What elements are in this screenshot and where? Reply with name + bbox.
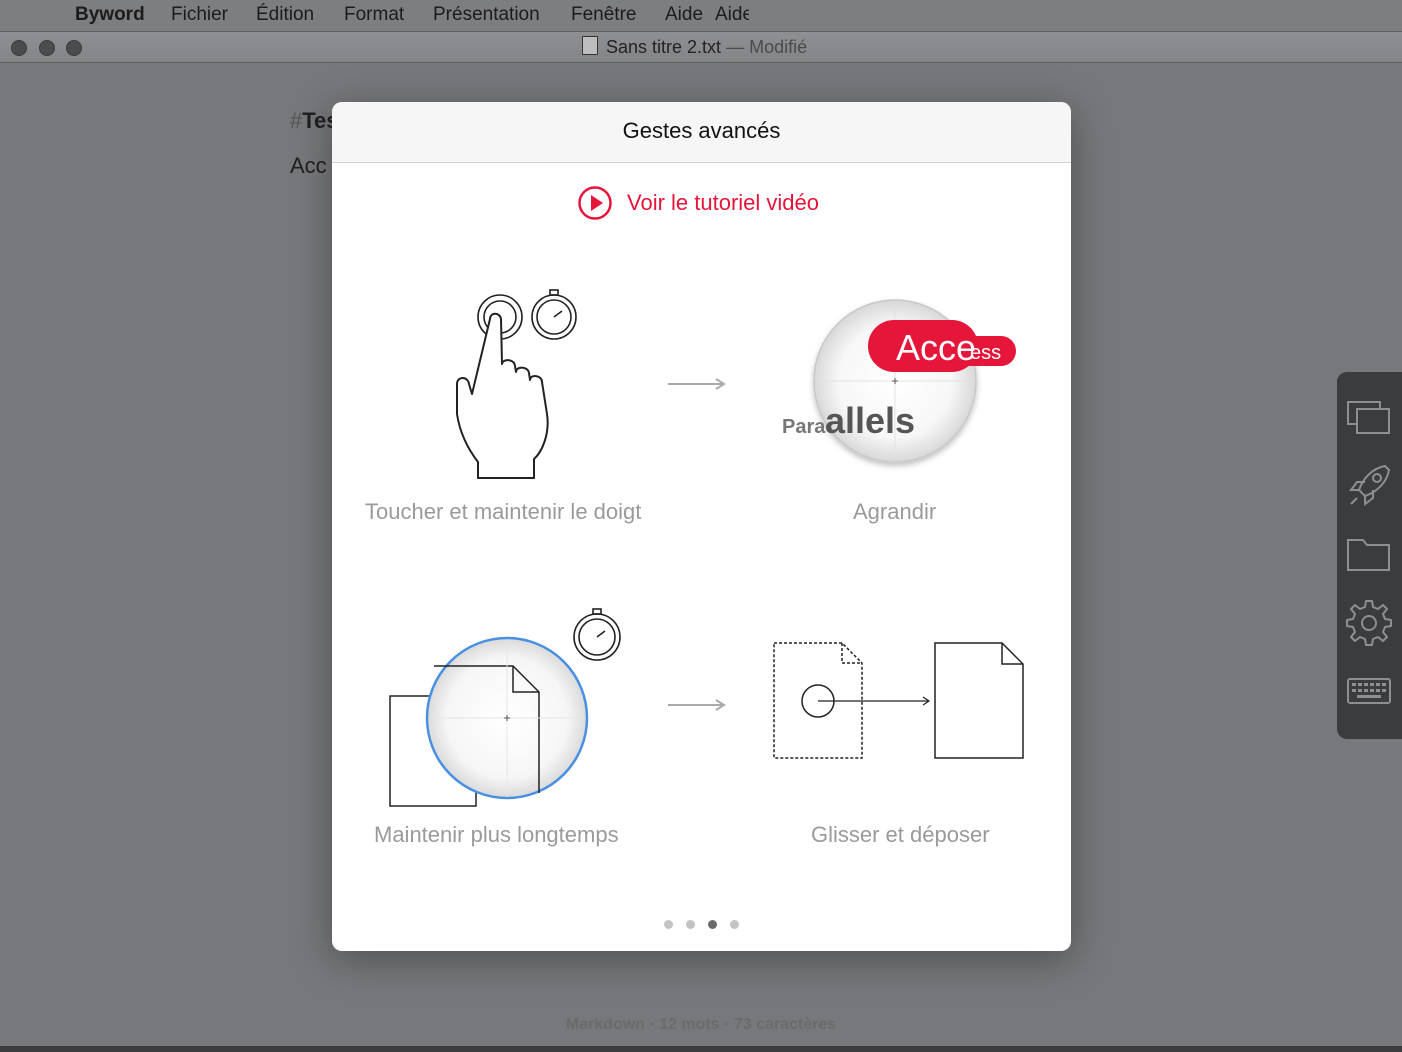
dialog-header: Gestes avancés bbox=[332, 102, 1071, 163]
caption-magnify: Agrandir bbox=[853, 499, 937, 524]
video-tutorial-label: Voir le tutoriel vidéo bbox=[627, 190, 819, 215]
minimize-window-button[interactable] bbox=[39, 40, 55, 56]
keyboard-icon bbox=[1347, 678, 1391, 704]
caption-hold-longer: Maintenir plus longtemps bbox=[374, 822, 619, 847]
menu-item-fenetre[interactable]: Fenêtre bbox=[571, 4, 636, 26]
magnify-illustration: Acce ess Para allels bbox=[782, 299, 1016, 463]
folder-icon bbox=[1347, 539, 1390, 571]
hold-longer-illustration bbox=[389, 608, 621, 807]
advanced-gestures-dialog: Gestes avancés Voir le tutoriel vidéo To… bbox=[332, 102, 1071, 951]
magnify-para-small: Para bbox=[782, 416, 826, 438]
video-tutorial-link[interactable]: Voir le tutoriel vidéo bbox=[577, 186, 819, 220]
target-page-icon bbox=[934, 642, 1024, 759]
gear-icon bbox=[1346, 600, 1392, 646]
page-dot[interactable] bbox=[730, 920, 739, 929]
menu-item-aide-overlap: Aide bbox=[715, 4, 749, 25]
windows-icon bbox=[1347, 401, 1390, 434]
page-indicator bbox=[662, 920, 742, 932]
side-panel bbox=[1337, 372, 1402, 739]
windows-button[interactable] bbox=[1345, 392, 1395, 442]
editor-line-body: Acc bbox=[290, 153, 327, 178]
magnify-highlight-small: ess bbox=[970, 342, 1001, 364]
publish-button[interactable] bbox=[1345, 460, 1395, 510]
magnify-highlight-big: Acce bbox=[896, 327, 976, 368]
close-window-button[interactable] bbox=[11, 40, 27, 56]
menu-item-edition[interactable]: Édition bbox=[256, 4, 314, 26]
arrow-right-icon bbox=[668, 378, 726, 390]
stopwatch-icon bbox=[531, 289, 577, 340]
menu-item-presentation[interactable]: Présentation bbox=[433, 4, 540, 26]
menu-item-aide[interactable]: Aide bbox=[665, 4, 703, 26]
rocket-icon bbox=[1349, 464, 1391, 506]
arrow-right-icon bbox=[668, 699, 726, 711]
window-title-state: Modifié bbox=[749, 37, 808, 57]
play-icon bbox=[578, 186, 612, 220]
drag-drop-illustration bbox=[773, 642, 1024, 759]
hand-icon bbox=[456, 312, 549, 479]
editor-heading-hash: # bbox=[290, 108, 303, 133]
page-dot[interactable] bbox=[664, 920, 673, 929]
keyboard-button[interactable] bbox=[1345, 666, 1395, 716]
magnify-para-big: allels bbox=[825, 400, 915, 441]
page-dot-active[interactable] bbox=[708, 920, 717, 929]
menu-item-fichier[interactable]: Fichier bbox=[171, 4, 228, 26]
window-title-bar: Sans titre 2.txt — Modifié bbox=[0, 32, 1402, 63]
files-button[interactable] bbox=[1345, 530, 1395, 580]
stopwatch-icon bbox=[573, 608, 621, 661]
touch-hold-illustration bbox=[456, 289, 577, 479]
window-title-separator: — bbox=[726, 37, 745, 57]
zoom-window-button[interactable] bbox=[66, 40, 82, 56]
window-title: Sans titre 2.txt — Modifié bbox=[582, 36, 807, 58]
settings-button[interactable] bbox=[1345, 598, 1395, 648]
caption-touch-hold: Toucher et maintenir le doigt bbox=[365, 499, 642, 524]
menu-app-name[interactable]: Byword bbox=[75, 4, 145, 26]
menu-bar: Byword Fichier Édition Format Présentati… bbox=[0, 0, 1402, 32]
dialog-title: Gestes avancés bbox=[622, 118, 781, 143]
status-bar: Markdown · 12 mots · 73 caractères bbox=[565, 1016, 837, 1033]
caption-drag-drop: Glisser et déposer bbox=[811, 822, 990, 847]
window-title-filename: Sans titre 2.txt bbox=[606, 37, 722, 57]
menu-item-format[interactable]: Format bbox=[344, 4, 404, 26]
window-bottom-edge bbox=[0, 1046, 1402, 1052]
page-dot[interactable] bbox=[686, 920, 695, 929]
document-icon bbox=[582, 36, 598, 55]
